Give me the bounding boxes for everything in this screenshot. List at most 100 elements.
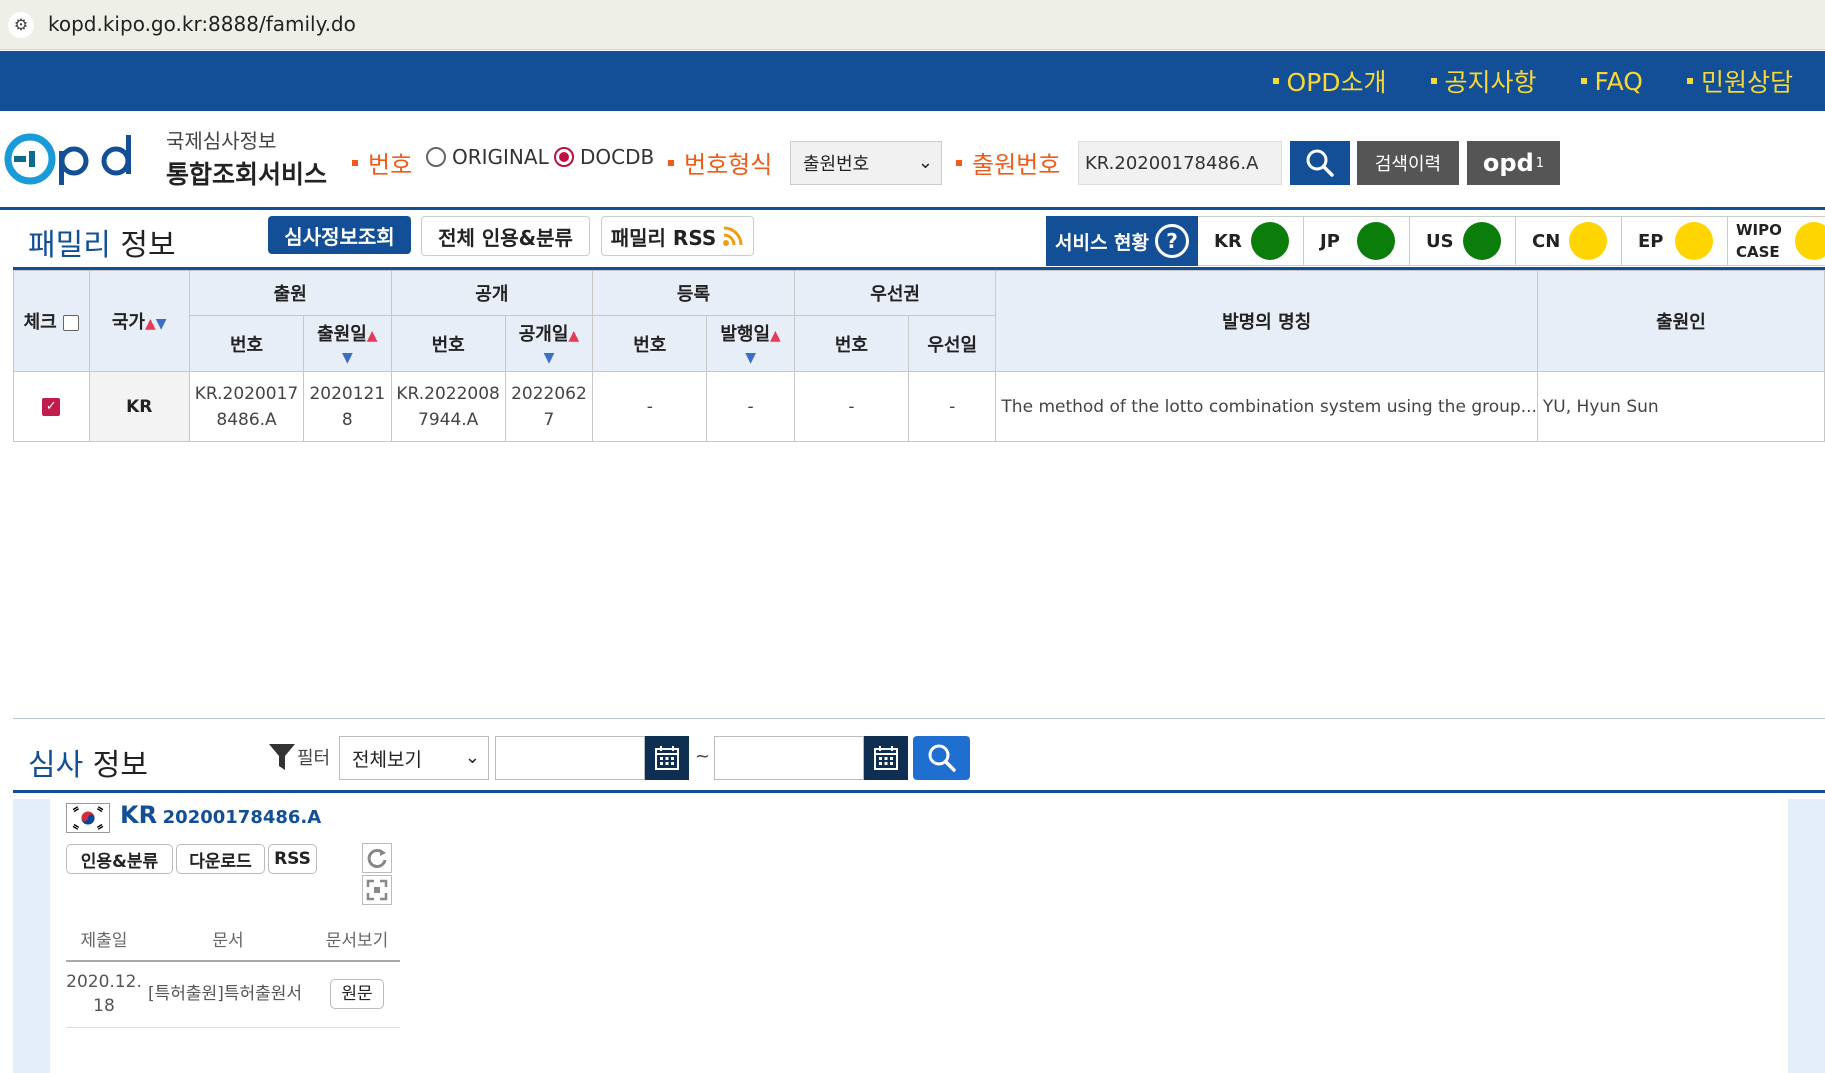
- sort-down-icon[interactable]: ▼: [342, 350, 353, 366]
- end-calendar-button[interactable]: [864, 736, 908, 780]
- row-checkbox[interactable]: ✓: [42, 397, 61, 416]
- calendar-icon: [655, 746, 679, 770]
- status-dot: [1795, 222, 1825, 260]
- service-jp: JP: [1304, 216, 1410, 266]
- rss-icon: [723, 226, 743, 246]
- exam-doc-id[interactable]: KR 20200178486.A: [120, 801, 321, 829]
- exam-number: 20200178486.A: [162, 807, 322, 828]
- opd1-button[interactable]: opd 1: [1467, 141, 1560, 185]
- original-doc-button[interactable]: 원문: [330, 979, 384, 1010]
- status-dot: [1463, 222, 1501, 260]
- sort-up-icon[interactable]: ▲: [568, 328, 579, 344]
- cell-app-no[interactable]: KR.20200178486.A: [188, 371, 305, 442]
- cell-title[interactable]: The method of the lotto combination syst…: [995, 371, 1538, 442]
- filter-icon: [269, 744, 295, 770]
- search-icon: [1306, 149, 1334, 177]
- refresh-icon[interactable]: [362, 843, 392, 873]
- search-history-button[interactable]: 검색이력: [1357, 141, 1459, 185]
- family-bar: 패밀리 정보 심사정보조회 전체 인용&분류 패밀리 RSS 서비스 현황 ? …: [0, 212, 1825, 268]
- sort-down-icon[interactable]: ▼: [745, 350, 756, 366]
- url-text[interactable]: kopd.kipo.go.kr:8888/family.do: [48, 12, 356, 36]
- search-button[interactable]: [1290, 141, 1350, 185]
- exam-result-card: KR 20200178486.A 인용&분류 다운로드 RSS 제출일 문서 문…: [50, 799, 1788, 1073]
- header-reg-number: 번호: [592, 315, 708, 372]
- divider: [13, 790, 1825, 793]
- opd-logo[interactable]: [4, 127, 152, 191]
- exam-lookup-button[interactable]: 심사정보조회: [268, 216, 411, 254]
- cell-reg-date: -: [706, 371, 795, 442]
- service-code: KR: [1214, 230, 1242, 252]
- header-application: 출원: [188, 270, 392, 316]
- all-citation-button[interactable]: 전체 인용&분류: [421, 216, 590, 256]
- rss-button[interactable]: RSS: [268, 844, 317, 874]
- service-status: 서비스 현황 ? KR JP US CN EP WIPO CASE: [1046, 216, 1825, 268]
- opd1-label: opd: [1482, 149, 1534, 177]
- filter-select[interactable]: 전체보기 ⌄: [339, 736, 489, 780]
- cell-pub-no[interactable]: KR.20220087944.A: [390, 371, 506, 442]
- header-pub-date[interactable]: 공개일▲ ▼: [504, 315, 594, 372]
- header-issue-date[interactable]: 발행일▲ ▼: [706, 315, 795, 372]
- family-title-b: 정보: [120, 228, 176, 263]
- family-table: 체크 국가▲▼ 출원 공개 등록 우선권 발명의 명칭 출원인 번호 출원일▲ ▼…: [13, 270, 1825, 442]
- sort-up-icon[interactable]: ▲: [145, 316, 156, 332]
- header-app-date[interactable]: 출원일▲ ▼: [303, 315, 392, 372]
- nav-faq[interactable]: FAQ: [1581, 67, 1643, 96]
- cell-pub-date: 20220627: [504, 371, 594, 442]
- korea-flag-icon: [66, 803, 110, 833]
- row-checkbox-cell[interactable]: ✓: [13, 371, 90, 442]
- header-registration: 등록: [592, 270, 795, 316]
- status-dot: [1357, 222, 1395, 260]
- address-bar[interactable]: ⚙ kopd.kipo.go.kr:8888/family.do: [0, 0, 1825, 50]
- sort-down-icon[interactable]: ▼: [544, 350, 555, 366]
- service-ep: EP: [1622, 216, 1728, 266]
- logo-title: 통합조회서비스: [166, 160, 328, 189]
- family-rss-button[interactable]: 패밀리 RSS: [601, 216, 754, 256]
- nav-opd-intro[interactable]: OPD소개: [1273, 63, 1387, 99]
- table-row[interactable]: ✓ KR KR.20200178486.A 20201218 KR.202200…: [13, 371, 1825, 442]
- radio-original-circle[interactable]: [426, 147, 446, 167]
- nav-civil-counsel[interactable]: 민원상담: [1687, 63, 1793, 99]
- filter-label: 필터: [297, 748, 331, 769]
- divider: [0, 207, 1825, 210]
- radio-original[interactable]: ORIGINAL: [426, 145, 549, 169]
- header-app-number: 번호: [188, 315, 305, 372]
- download-button[interactable]: 다운로드: [176, 844, 265, 874]
- start-calendar-button[interactable]: [645, 736, 689, 780]
- opd1-sup: 1: [1535, 155, 1545, 171]
- end-date-input[interactable]: [714, 736, 864, 780]
- citation-classification-button[interactable]: 인용&분류: [66, 844, 173, 874]
- radio-docdb-circle[interactable]: [554, 147, 574, 167]
- cell-app-date: 20201218: [303, 371, 392, 442]
- cell-submit-date: 2020.12.18: [66, 961, 142, 1028]
- header-title: 발명의 명칭: [995, 270, 1538, 372]
- table-row[interactable]: 2020.12.18 [특허출원]특허출원서 원문: [66, 961, 400, 1028]
- radio-docdb[interactable]: DOCDB: [554, 145, 654, 169]
- header-pub-date-label: 공개일: [518, 324, 569, 345]
- select-all-checkbox[interactable]: [62, 315, 79, 331]
- calendar-icon: [874, 746, 898, 770]
- chevron-down-icon: ⌄: [917, 152, 933, 173]
- expand-icon[interactable]: [362, 875, 392, 905]
- header-country-label: 국가: [111, 312, 145, 333]
- site-settings-icon[interactable]: ⚙: [8, 12, 34, 38]
- header-country[interactable]: 국가▲▼: [88, 270, 190, 372]
- status-dot: [1251, 222, 1289, 260]
- format-select[interactable]: 출원번호 ⌄: [790, 141, 942, 185]
- header-check-label: 체크: [23, 312, 57, 333]
- number-label: 번호: [352, 145, 412, 180]
- service-code: US: [1426, 230, 1454, 252]
- service-code: EP: [1638, 230, 1664, 252]
- search-input[interactable]: KR.20200178486.A: [1078, 141, 1282, 185]
- start-date-input[interactable]: [495, 736, 645, 780]
- service-code: JP: [1320, 230, 1340, 252]
- sort-down-icon[interactable]: ▼: [156, 316, 167, 332]
- sort-up-icon[interactable]: ▲: [770, 328, 781, 344]
- cell-document[interactable]: [특허출원]특허출원서: [142, 961, 314, 1028]
- nav-notice[interactable]: 공지사항: [1431, 63, 1537, 99]
- sort-up-icon[interactable]: ▲: [367, 328, 378, 344]
- cell-prio-no: -: [793, 371, 910, 442]
- help-icon[interactable]: ?: [1155, 224, 1189, 258]
- service-kr: KR: [1198, 216, 1304, 266]
- exam-search-button[interactable]: [913, 736, 970, 780]
- radio-original-label: ORIGINAL: [452, 145, 549, 169]
